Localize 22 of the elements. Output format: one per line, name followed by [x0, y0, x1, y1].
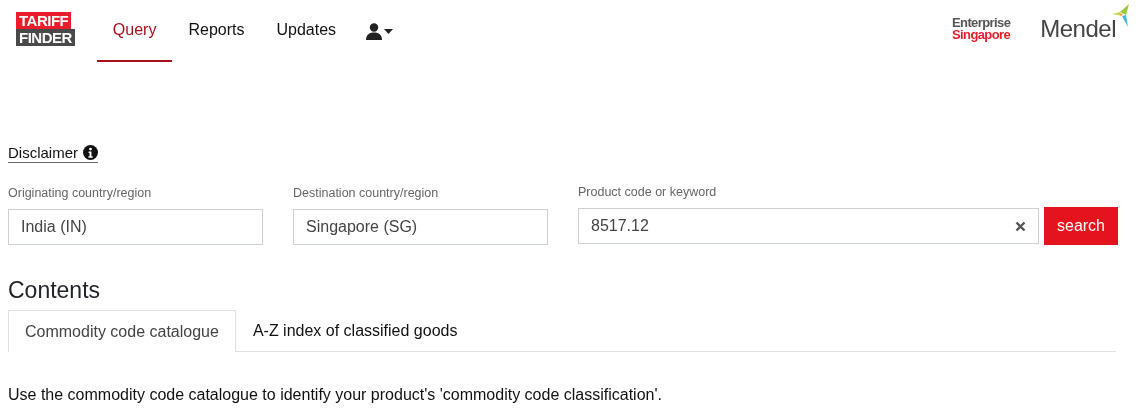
description-text: Use the commodity code catalogue to identify your product's 'commodity code classification'.	[8, 386, 663, 404]
field-label: Destination country/region	[293, 186, 440, 200]
search-button[interactable]: search	[1044, 207, 1118, 245]
input-field[interactable]: Singapore (SG)	[293, 209, 548, 245]
clear-icon[interactable]	[1015, 220, 1026, 232]
input-field[interactable]: 8517.12	[578, 208, 1039, 244]
nav-link[interactable]: Updates	[260, 0, 353, 62]
person-icon	[366, 22, 383, 40]
input-field[interactable]: India (IN)	[8, 209, 263, 245]
nav-link[interactable]: Query	[96, 0, 173, 62]
info-icon	[83, 145, 98, 160]
user-menu[interactable]	[366, 22, 394, 40]
field-label: Originating country/region	[8, 186, 153, 200]
partner-logo: Enterprise Singapore	[951, 17, 1011, 41]
disclaimer-link[interactable]: Disclaimer	[8, 144, 98, 163]
nav-link[interactable]: Reports	[172, 0, 261, 62]
field-label: Product code or keyword	[578, 185, 718, 199]
tab[interactable]: Commodity code catalogue	[8, 310, 236, 352]
caret-icon	[384, 28, 394, 34]
tab[interactable]: A-Z index of classified goods	[235, 310, 475, 351]
section-title: Contents	[8, 277, 102, 304]
partner-logo: Mendel	[1040, 15, 1116, 43]
